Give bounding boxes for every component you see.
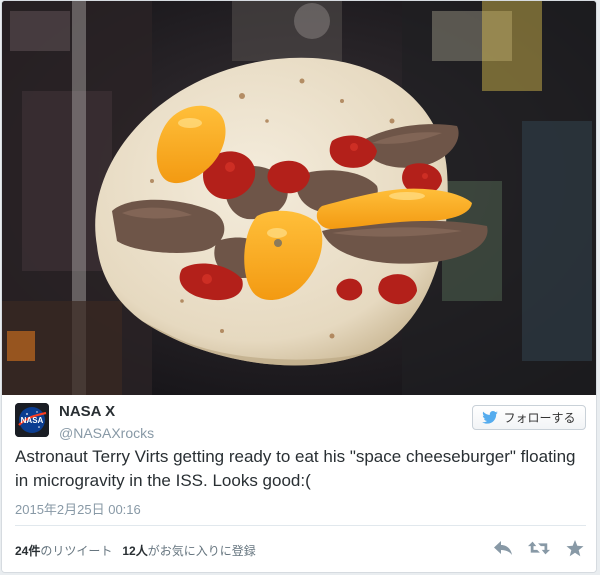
tweet-text: Astronaut Terry Virts getting ready to e… [15,447,576,490]
retweet-stat[interactable]: 24件のリツイート [15,542,112,559]
avatar[interactable]: NASA [15,403,49,437]
retweet-count: 24件 [15,544,41,558]
favorite-count: 12人 [122,544,148,558]
reply-button[interactable] [492,538,514,558]
timestamp[interactable]: 2015年2月25日 00:16 [15,499,141,518]
avatar-text: NASA [21,416,44,425]
retweet-icon [528,541,550,555]
retweet-button[interactable] [528,538,550,558]
space-cheeseburger-photo [2,1,596,395]
follow-button[interactable]: フォローする [472,405,586,430]
favorite-stat[interactable]: 12人がお気に入りに登録 [122,542,255,559]
reply-icon [494,541,512,555]
display-name[interactable]: NASA X [59,403,115,420]
tweet-photo[interactable] [2,1,596,395]
divider [15,525,586,526]
favorite-label: がお気に入りに登録 [147,544,256,558]
screen-name[interactable]: @NASAXrocks [59,425,154,441]
tweet-actions [492,538,586,558]
favorite-button[interactable] [564,538,586,558]
tweet-card: NASA NASA X @NASAXrocks フォローする Astronaut… [1,0,597,573]
follow-button-label: フォローする [503,411,576,425]
tweet-stats: 24件のリツイート 12人がお気に入りに登録 [15,542,256,559]
retweet-label: のリツイート [40,544,113,558]
nasa-logo-icon: NASA [15,403,49,437]
twitter-bird-icon [482,411,499,424]
tweet-body: NASA NASA X @NASAXrocks フォローする Astronaut… [2,395,596,572]
star-icon [566,539,584,556]
